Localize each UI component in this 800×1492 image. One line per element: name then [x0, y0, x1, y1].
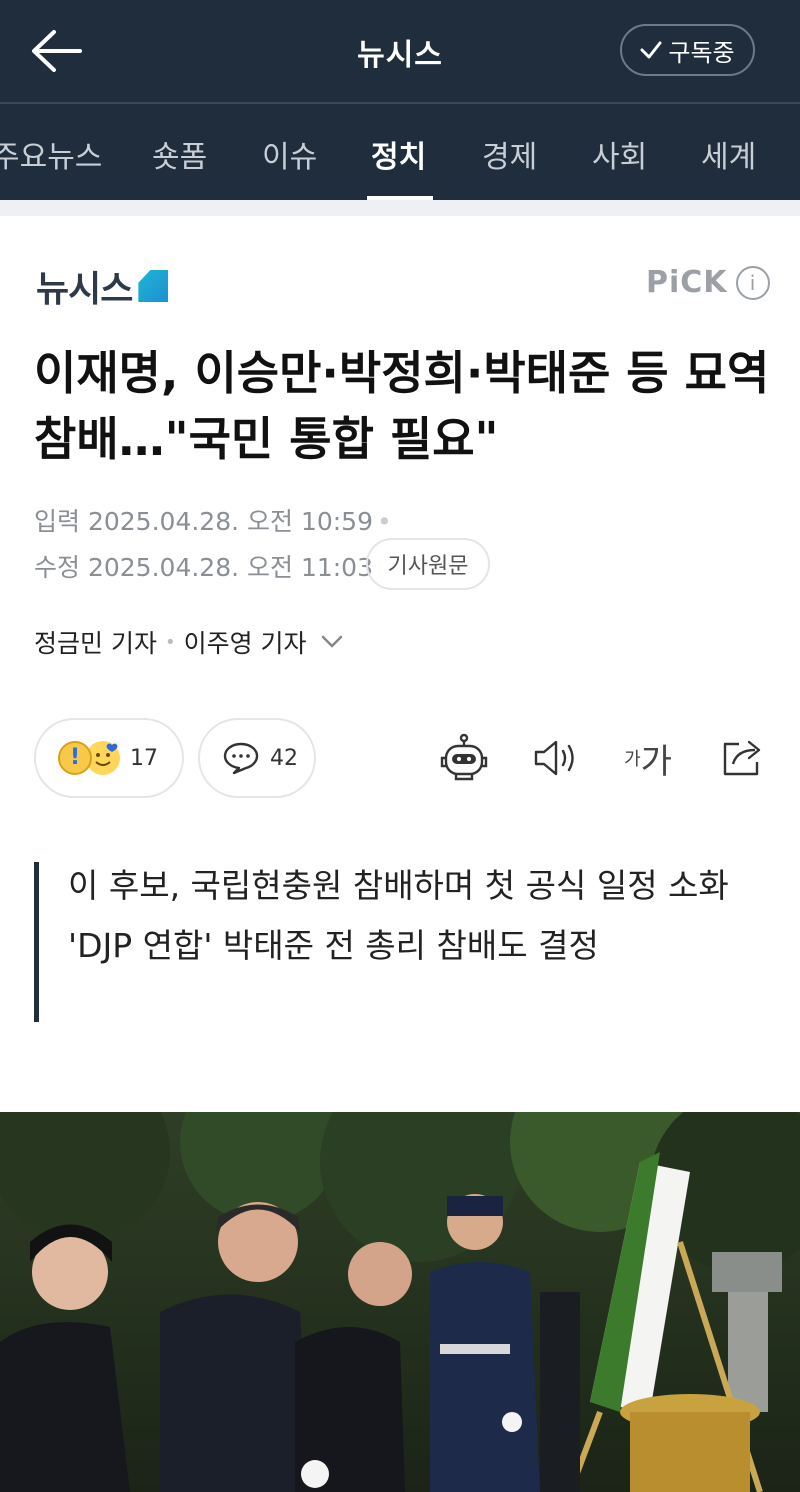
summary-line: 'DJP 연합' 박태준 전 총리 참배도 결정: [68, 926, 599, 965]
ai-summary-robot-icon[interactable]: [436, 730, 492, 786]
reporter-name[interactable]: 정금민 기자: [34, 624, 157, 660]
press-logo-mark-icon: [138, 270, 169, 302]
modified-label: 수정: [34, 553, 81, 582]
input-label: 입력: [34, 507, 81, 536]
reaction-count: 17: [130, 745, 158, 771]
pick-badge[interactable]: PiCK i: [646, 265, 770, 300]
section-gap: [0, 200, 800, 216]
modified-time: 2025.04.28. 오전 11:03: [87, 553, 373, 582]
modified-time-line: 수정 2025.04.28. 오전 11:03: [34, 548, 373, 584]
comment-bubble-icon: [223, 742, 259, 775]
tab-shortform[interactable]: 숏폼: [152, 132, 207, 176]
press-name: 뉴시스: [36, 269, 133, 310]
reporter-name[interactable]: 이주영 기자: [184, 624, 307, 660]
share-icon[interactable]: [714, 730, 770, 786]
reporters: 정금민 기자 • 이주영 기자: [34, 624, 343, 660]
font-large-label: 가: [640, 741, 672, 782]
tab-society[interactable]: 사회: [592, 132, 647, 176]
speaker-icon[interactable]: [528, 730, 584, 786]
tab-issue[interactable]: 이슈: [262, 132, 317, 176]
article-summary: 이 후보, 국립현충원 참배하며 첫 공식 일정 소화 'DJP 연합' 박태준…: [68, 858, 748, 974]
reaction-button[interactable]: 17: [34, 718, 184, 798]
category-tabs: 주요뉴스 숏폼 이슈 정치 경제 사회 세계: [0, 104, 800, 200]
comment-button[interactable]: 42: [198, 718, 316, 798]
reporter-separator: •: [164, 631, 176, 653]
chevron-down-icon[interactable]: [321, 635, 343, 649]
summary-line: 이 후보, 국립현충원 참배하며 첫 공식 일정 소화: [68, 866, 729, 905]
meta-dot: •: [377, 507, 392, 536]
article-photo[interactable]: [0, 1112, 800, 1492]
input-time-line: 입력 2025.04.28. 오전 10:59 •: [34, 502, 392, 538]
tab-world[interactable]: 세계: [701, 132, 756, 176]
tab-politics[interactable]: 정치: [371, 132, 426, 176]
original-article-button[interactable]: 기사원문: [366, 538, 490, 590]
subscribe-button[interactable]: 구독중: [620, 24, 755, 76]
press-logo[interactable]: 뉴시스: [36, 266, 169, 310]
tab-economy[interactable]: 경제: [482, 132, 537, 176]
surprised-emoji-icon: [58, 741, 92, 775]
input-time: 2025.04.28. 오전 10:59: [87, 507, 373, 536]
comment-count: 42: [270, 745, 298, 771]
top-bar: 뉴시스 구독중: [0, 0, 800, 102]
font-size-icon[interactable]: 가가: [618, 730, 678, 786]
font-small-label: 가: [624, 749, 641, 770]
tab-main-news[interactable]: 주요뉴스: [0, 132, 102, 176]
summary-quote-bar: [34, 862, 39, 1022]
info-icon[interactable]: i: [735, 265, 770, 300]
subscribe-label: 구독중: [668, 38, 735, 67]
pick-label: PiCK: [646, 265, 728, 300]
article-headline: 이재명, 이승만·박정희·박태준 등 묘역 참배…"국민 통합 필요": [34, 346, 770, 466]
check-icon: [640, 41, 662, 59]
